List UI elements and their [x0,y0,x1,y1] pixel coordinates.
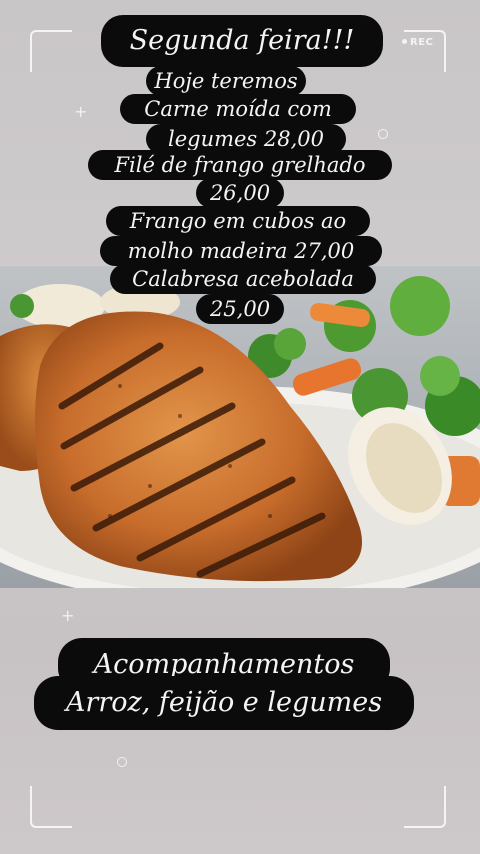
day-title: Segunda feira!!! [101,15,383,67]
menu-line: Calabresa acebolada [110,264,376,294]
ring-icon [117,757,127,767]
menu-line: 25,00 [196,294,284,324]
viewfinder-corner-icon [30,30,72,72]
viewfinder-corner-icon [404,786,446,828]
sides-items: Arroz, feijão e legumes [34,676,414,730]
menu-line: Frango em cubos ao [106,206,370,236]
menu-line: Filé de frango grelhado [88,150,392,180]
menu-line: molho madeira 27,00 [100,236,382,266]
ring-icon [378,129,388,139]
plus-icon: + [74,102,88,121]
menu-line: Hoje teremos [146,66,306,96]
plus-icon: + [61,606,75,625]
menu-line: 26,00 [196,178,284,208]
menu-line: Carne moída com [120,94,356,124]
rec-label: REC [410,37,434,48]
record-dot-icon [402,39,407,44]
rec-indicator: REC [402,37,433,48]
viewfinder-corner-icon [30,786,72,828]
